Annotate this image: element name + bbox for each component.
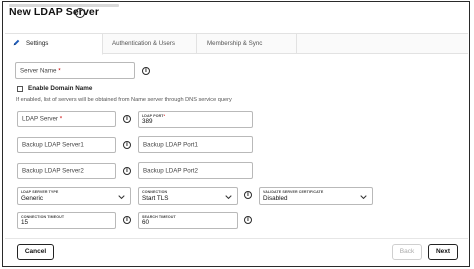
backup-ldap-port2-placeholder: Backup LDAP Port2 [143,167,198,174]
back-button[interactable]: Back [392,244,422,260]
backup-ldap-server2-info-icon[interactable]: i [123,167,131,175]
chevron-down-icon [360,195,367,200]
server-name-placeholder: Server Name * [20,67,61,74]
ldap-port-input[interactable]: LDAP PORT* 389 [138,111,253,128]
tab-settings-label: Settings [26,40,49,47]
connection-timeout-value: 15 [21,219,29,226]
tab-membership-sync-label: Membership & Sync [207,40,263,47]
chevron-down-icon [118,195,125,200]
tab-bar: Settings Authentication & Users Membersh… [5,33,468,55]
next-button[interactable]: Next [428,244,458,260]
connection-timeout-info-icon[interactable]: i [123,216,131,224]
server-name-required-mark: * [58,67,61,74]
backup-ldap-server1-placeholder: Backup LDAP Server1 [22,141,84,149]
server-name-placeholder-text: Server Name [20,67,57,74]
validate-server-certificate-select[interactable]: VALIDATE SERVER CERTIFICATE Disabled [259,187,373,205]
connection-label: CONNECTION [142,190,168,194]
ldap-port-required-mark: * [163,114,166,118]
tab-settings[interactable]: Settings [5,34,103,55]
enable-domain-name-checkbox[interactable] [17,86,23,92]
dialog: New LDAP Server i Settings Authenticatio… [2,1,470,267]
ldap-server-placeholder-text: LDAP Server [22,115,58,123]
ldap-server-info-icon[interactable]: i [123,115,131,123]
backup-ldap-server1-info-icon[interactable]: i [123,141,131,149]
validate-server-certificate-value: Disabled [263,195,288,202]
ldap-server-input[interactable]: LDAP Server * [17,111,116,127]
backup-ldap-server2-placeholder: Backup LDAP Server2 [22,167,84,175]
connection-select[interactable]: CONNECTION Start TLS [138,187,238,205]
enable-domain-name-hint: If enabled, list of servers will be obta… [16,97,232,103]
backup-ldap-port2-input[interactable]: Backup LDAP Port2 [138,162,253,179]
connection-value: Start TLS [142,195,169,202]
server-name-info-icon[interactable]: i [142,67,150,75]
ldap-server-type-select[interactable]: LDAP SERVER TYPE Generic [17,187,131,205]
connection-info-icon[interactable]: i [244,191,252,199]
page-title: New LDAP Server [9,6,100,18]
cancel-button[interactable]: Cancel [17,244,54,260]
tab-authentication-users-label: Authentication & Users [112,40,175,47]
search-timeout-value: 60 [142,219,150,226]
backup-ldap-server2-input[interactable]: Backup LDAP Server2 [17,163,116,179]
backup-ldap-port1-placeholder: Backup LDAP Port1 [143,141,198,148]
ldap-server-required-mark: * [59,115,63,123]
search-timeout-info-icon[interactable]: i [244,216,252,224]
tab-membership-sync[interactable]: Membership & Sync [197,34,297,54]
server-name-input[interactable]: Server Name * [15,62,135,79]
footer-divider [5,238,468,239]
validate-server-certificate-label: VALIDATE SERVER CERTIFICATE [263,190,324,194]
ldap-server-type-label: LDAP SERVER TYPE [21,190,59,194]
chevron-down-icon [225,195,232,200]
connection-timeout-input[interactable]: CONNECTION TIMEOUT 15 [17,212,116,229]
tab-authentication-users[interactable]: Authentication & Users [103,34,197,54]
backup-ldap-port1-input[interactable]: Backup LDAP Port1 [138,136,253,153]
enable-domain-name-label: Enable Domain Name [28,85,93,92]
ldap-server-type-value: Generic [21,195,44,202]
backup-ldap-server1-input[interactable]: Backup LDAP Server1 [17,137,116,153]
title-info-icon[interactable]: i [75,8,85,18]
pencil-icon [13,39,20,46]
ldap-server-placeholder: LDAP Server * [22,116,62,123]
search-timeout-input[interactable]: SEARCH TIMEOUT 60 [138,212,238,229]
ldap-port-value: 389 [142,118,153,125]
